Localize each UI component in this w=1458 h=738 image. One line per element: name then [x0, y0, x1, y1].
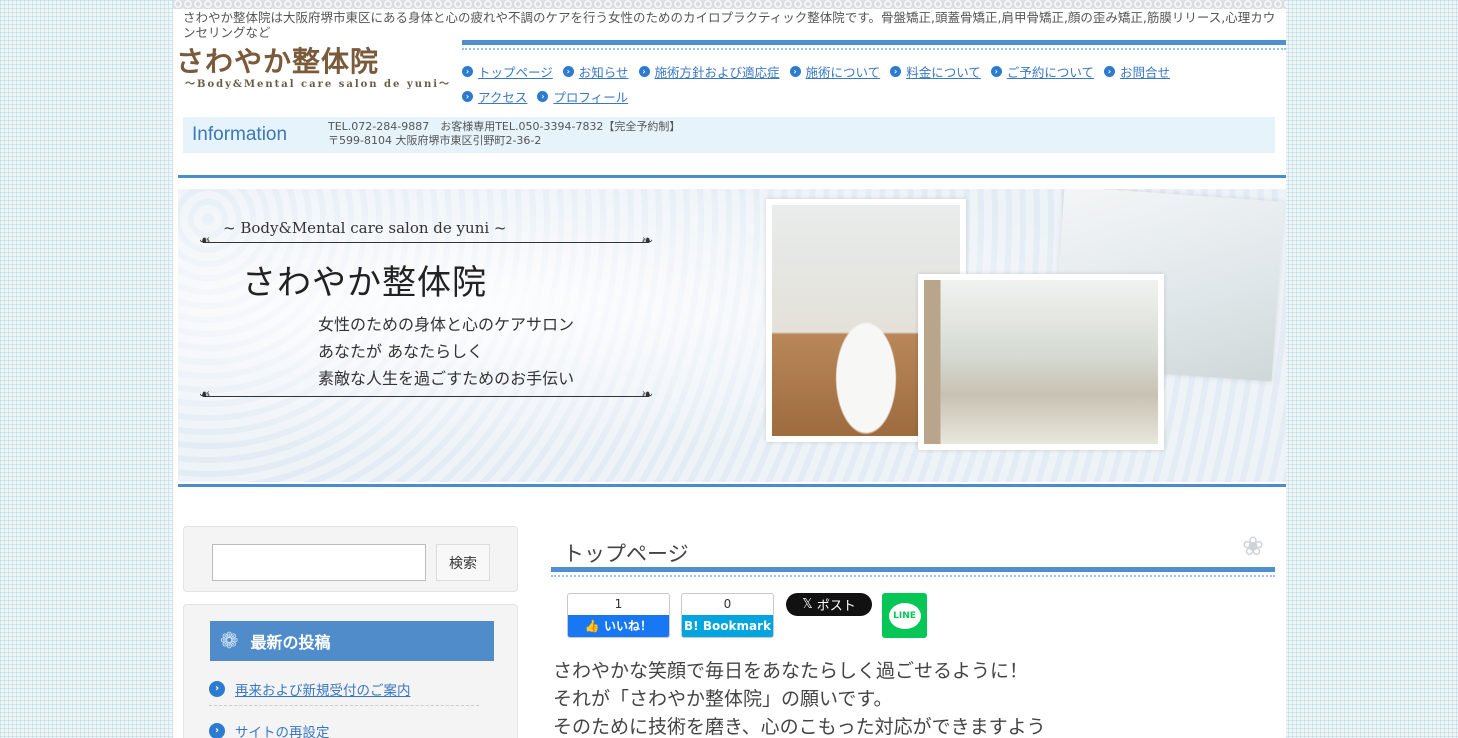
- page-title: トップページ: [563, 542, 689, 566]
- nav-link[interactable]: 料金について: [906, 62, 981, 81]
- recent-post-item[interactable]: › 再来および新規受付のご案内: [209, 679, 411, 699]
- hero-message: 女性のための身体と心のケアサロン あなたが あなたらしく 素敵な人生を過ごすため…: [318, 311, 574, 392]
- x-post-label: ポスト: [816, 599, 856, 614]
- hero-line: あなたが あなたらしく: [318, 342, 484, 361]
- arrow-right-icon: ›: [990, 66, 1002, 77]
- nav-link[interactable]: トップページ: [478, 62, 553, 81]
- header-divider: [178, 175, 1286, 178]
- phone-line: TEL.072-284-9887 お客様専用TEL.050-3394-7832【…: [328, 120, 681, 133]
- arrow-right-icon: ›: [638, 66, 650, 77]
- hero-title: さわやか整体院: [242, 263, 487, 303]
- search-input[interactable]: [212, 544, 426, 581]
- facebook-like-label: 👍 いいね！: [568, 615, 669, 637]
- hero-banner: ~ Body&Mental care salon de yuni ~ さわやか整…: [178, 189, 1286, 482]
- nav-dotted-rule: [462, 48, 1286, 50]
- nav-item-treatment[interactable]: › 施術について: [789, 62, 881, 81]
- information-label: Information: [192, 124, 288, 145]
- photo-treatment-room: [918, 274, 1164, 450]
- arrow-right-icon: ›: [1103, 66, 1115, 77]
- intro-line: さわやかな笑顔で毎日をあなたらしく過ごせるように！: [553, 660, 1029, 682]
- hero-ornament-rule-bottom: [203, 387, 653, 403]
- nav-link[interactable]: お問合せ: [1120, 62, 1170, 81]
- lace-ornament-icon: ❀: [1242, 532, 1264, 562]
- recent-post-link[interactable]: サイトの再設定: [235, 721, 330, 738]
- nav-item-contact[interactable]: › お問合せ: [1103, 62, 1170, 81]
- arrow-right-icon: ›: [462, 66, 473, 77]
- hatena-bookmark-button[interactable]: 0 B! Bookmark: [681, 593, 774, 638]
- arrow-right-icon: ›: [209, 681, 225, 697]
- arrow-right-icon: ›: [890, 66, 902, 77]
- hero-ornament-rule-top: [203, 233, 653, 249]
- arrow-right-icon: ›: [462, 91, 473, 102]
- site-logo-title[interactable]: さわやか整体院: [176, 40, 379, 80]
- information-bar: Information TEL.072-284-9887 お客様専用TEL.05…: [183, 117, 1275, 153]
- nav-link[interactable]: 施術方針および適応症: [655, 62, 780, 81]
- recent-posts-title: 最新の投稿: [250, 633, 331, 652]
- nav-item-top[interactable]: › トップページ: [462, 62, 553, 81]
- nav-item-profile[interactable]: › プロフィール: [537, 87, 628, 106]
- line-share-button[interactable]: LINE: [882, 593, 927, 638]
- address-line: 〒599-8104 大阪府堺市東区引野町2-36-2: [328, 134, 542, 147]
- nav-link[interactable]: お知らせ: [579, 62, 629, 81]
- post-divider: [209, 705, 479, 706]
- hatena-bookmark-count: 0: [723, 597, 732, 611]
- search-widget: 検索: [183, 526, 518, 592]
- hero-line: 女性のための身体と心のケアサロン: [318, 315, 575, 334]
- line-logo-icon: LINE: [888, 602, 921, 629]
- nav-item-reservation[interactable]: › ご予約について: [990, 62, 1094, 81]
- information-details: TEL.072-284-9887 お客様専用TEL.050-3394-7832【…: [328, 120, 680, 148]
- page: さわやか整体院は大阪府堺市東区にある身体と心の疲れや不調のケアを行う女性のための…: [173, 0, 1286, 738]
- arrow-right-icon: ›: [537, 91, 549, 102]
- intro-line: そのために技術を磨き、心のこもった対応ができますよう: [553, 716, 1046, 738]
- recent-posts-header: ❁ 最新の投稿: [210, 621, 494, 661]
- nav-item-policy[interactable]: › 施術方針および適応症: [638, 62, 780, 81]
- hatena-bookmark-label: B! Bookmark: [682, 615, 773, 637]
- lace-border: [173, 0, 1286, 9]
- hero-subtitle: ~ Body&Mental care salon de yuni ~: [223, 219, 507, 237]
- x-post-button[interactable]: 𝕏 ポスト: [786, 593, 872, 616]
- fleur-ornament-icon: ❁: [220, 628, 239, 654]
- recent-post-item[interactable]: › サイトの再設定: [209, 721, 330, 738]
- nav-item-news[interactable]: › お知らせ: [562, 62, 629, 81]
- nav-item-price[interactable]: › 料金について: [890, 62, 981, 81]
- site-tagline: さわやか整体院は大阪府堺市東区にある身体と心の疲れや不調のケアを行う女性のための…: [183, 10, 1276, 40]
- arrow-right-icon: ›: [562, 66, 574, 77]
- arrow-right-icon: ›: [209, 723, 225, 738]
- recent-posts-widget: ❁ 最新の投稿: [183, 604, 518, 738]
- site-logo-subtitle: ～Body&Mental care salon de yuni～: [185, 79, 452, 90]
- nav-link[interactable]: アクセス: [478, 87, 527, 106]
- nav-link[interactable]: 施術について: [806, 62, 881, 81]
- global-nav: › トップページ › お知らせ › 施術方針および適応症 › 施術について › 料金につい…: [462, 62, 1242, 106]
- title-dotted-rule: [551, 575, 1275, 577]
- recent-post-link[interactable]: 再来および新規受付のご案内: [235, 679, 411, 699]
- nav-link[interactable]: ご予約について: [1007, 62, 1094, 81]
- facebook-like-button[interactable]: 1 👍 いいね！: [567, 593, 670, 638]
- nav-item-access[interactable]: › アクセス: [462, 87, 527, 106]
- x-logo-icon: 𝕏: [802, 597, 813, 612]
- title-rule: [551, 567, 1275, 572]
- search-button[interactable]: 検索: [436, 544, 490, 581]
- intro-text: さわやかな笑顔で毎日をあなたらしく過ごせるように！ それが「さわやか整体院」の願…: [553, 657, 1046, 738]
- facebook-like-count: 1: [614, 597, 623, 611]
- thumbs-up-icon: 👍: [584, 619, 605, 633]
- hero-divider: [178, 484, 1286, 487]
- nav-rule: [462, 40, 1286, 45]
- intro-line: それが「さわやか整体院」の願いです。: [553, 688, 893, 710]
- nav-link[interactable]: プロフィール: [553, 87, 628, 106]
- hero-line: 素敵な人生を過ごすためのお手伝い: [318, 369, 575, 388]
- arrow-right-icon: ›: [789, 66, 801, 77]
